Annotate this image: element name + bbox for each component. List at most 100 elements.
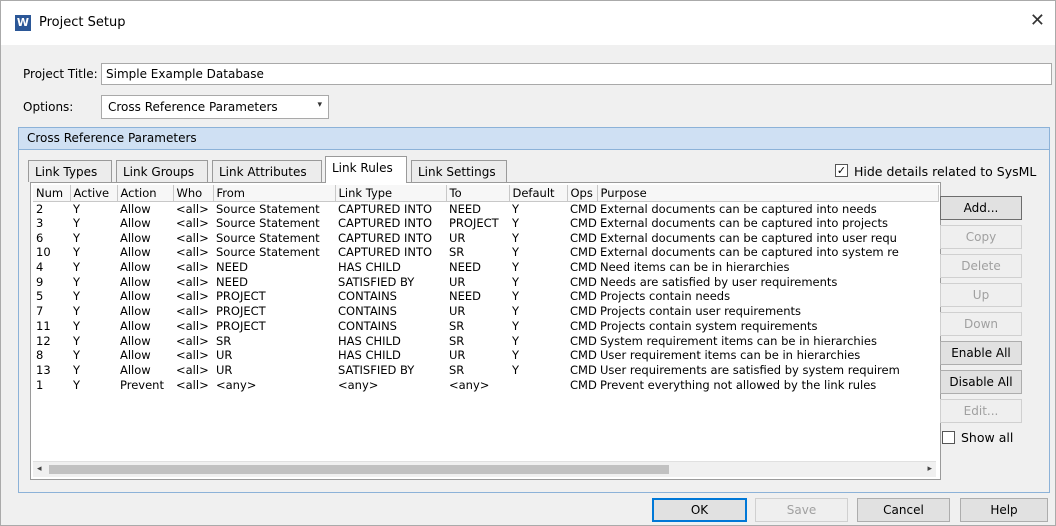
tab-link-types[interactable]: Link Types [28, 160, 112, 182]
horizontal-scrollbar[interactable]: ◂ ▸ [33, 461, 936, 477]
table-cell: CONTAINS [338, 318, 397, 333]
table-row[interactable]: 2 Y Allow <all> Source Statement CAPTURED INT… [33, 201, 938, 216]
table-cell: Y [73, 348, 81, 363]
table-cell: Y [73, 274, 81, 289]
table-row[interactable]: 5 Y Allow <all> PROJECT CONTAINS NEED Y CMD Proje… [33, 289, 938, 304]
enable-all-button[interactable]: Enable All [940, 341, 1022, 365]
up-button[interactable]: Up [940, 283, 1022, 307]
title-bar: W Project Setup ✕ [1, 1, 1055, 45]
column-header[interactable]: Num [33, 185, 71, 202]
column-header[interactable]: From [213, 185, 336, 202]
cancel-button[interactable]: Cancel [857, 498, 950, 522]
table-row[interactable]: 4 Y Allow <all> NEED HAS CHILD NEED Y CMD Need it… [33, 260, 938, 275]
copy-button[interactable]: Copy [940, 225, 1022, 249]
column-header[interactable]: Default [509, 185, 568, 202]
tab-link-groups[interactable]: Link Groups [116, 160, 208, 182]
table-cell: Y [512, 362, 520, 377]
options-dropdown[interactable]: Cross Reference Parameters ▾ [101, 95, 329, 119]
table-cell: CAPTURED INTO [338, 216, 433, 231]
table-cell: SATISFIED BY [338, 274, 415, 289]
table-cell: CAPTURED INTO [338, 245, 433, 260]
column-header[interactable]: Link Type [335, 185, 447, 202]
link-rules-table: Num Active Action Who From Link Type To Default… [33, 185, 939, 392]
scroll-left-icon[interactable]: ◂ [37, 464, 42, 474]
table-cell: Y [73, 230, 81, 245]
table-cell: Y [512, 304, 520, 319]
table-cell: CONTAINS [338, 304, 397, 319]
table-cell: Allow [120, 289, 151, 304]
scroll-right-icon[interactable]: ▸ [927, 464, 932, 474]
down-button[interactable]: Down [940, 312, 1022, 336]
column-header[interactable]: Active [70, 185, 118, 202]
table-cell: <all> [176, 245, 209, 260]
table-cell: CMD [570, 216, 597, 231]
tab-link-attributes[interactable]: Link Attributes [212, 160, 322, 182]
disable-all-button[interactable]: Disable All [940, 370, 1022, 394]
table-row[interactable]: 6 Y Allow <all> Source Statement CAPTURED INT… [33, 230, 938, 245]
table-cell: Source Statement [216, 201, 320, 216]
tab-link-settings[interactable]: Link Settings [411, 160, 507, 182]
link-rules-panel: Num Active Action Who From Link Type To Default… [30, 182, 941, 480]
table-row[interactable]: 12 Y Allow <all> SR HAS CHILD SR Y CMD System req… [33, 333, 938, 348]
table-cell: Y [512, 230, 520, 245]
table-cell: PROJECT [216, 289, 266, 304]
table-row[interactable]: 3 Y Allow <all> Source Statement CAPTURED INT… [33, 216, 938, 231]
column-header[interactable]: Ops [567, 185, 598, 202]
table-cell: Y [512, 333, 520, 348]
table-cell: Y [512, 289, 520, 304]
table-row[interactable]: 1 Y Prevent <all> <any> <any> <any> CMD Prevent … [33, 377, 938, 392]
table-cell: Needs are satisfied by user requirements [600, 274, 838, 289]
table-row[interactable]: 13 Y Allow <all> UR SATISFIED BY SR Y CMD User re… [33, 363, 938, 378]
table-cell: SATISFIED BY [338, 362, 415, 377]
table-cell: Y [73, 216, 81, 231]
table-cell: <any> [216, 377, 257, 392]
table-cell: Allow [120, 201, 151, 216]
options-selected-value: Cross Reference Parameters [108, 100, 278, 114]
table-row[interactable]: 8 Y Allow <all> UR HAS CHILD UR Y CMD User requir… [33, 348, 938, 363]
scrollbar-thumb[interactable] [49, 465, 669, 474]
column-header[interactable]: Who [173, 185, 214, 202]
table-cell: External documents can be captured into … [600, 201, 877, 216]
project-title-label: Project Title: [23, 67, 98, 81]
hide-sysml-checkbox[interactable]: ✓ [835, 164, 848, 177]
table-cell: Y [512, 245, 520, 260]
show-all-checkbox[interactable] [942, 431, 955, 444]
table-cell: HAS CHILD [338, 348, 401, 363]
ok-button[interactable]: OK [652, 498, 747, 522]
table-cell: Allow [120, 245, 151, 260]
table-cell: NEED [216, 274, 248, 289]
table-cell: Source Statement [216, 230, 320, 245]
table-cell: External documents can be captured into … [600, 245, 899, 260]
table-cell: 2 [36, 201, 44, 216]
tab-link-rules[interactable]: Link Rules [325, 156, 407, 183]
window-title: Project Setup [39, 15, 126, 30]
table-row[interactable]: 7 Y Allow <all> PROJECT CONTAINS UR Y CMD Project… [33, 304, 938, 319]
chevron-down-icon: ▾ [317, 100, 322, 110]
project-title-input[interactable]: Simple Example Database [101, 63, 1052, 85]
table-cell: CMD [570, 304, 597, 319]
table-row[interactable]: 9 Y Allow <all> NEED SATISFIED BY UR Y CMD Needs … [33, 274, 938, 289]
add-button[interactable]: Add... [940, 196, 1022, 220]
table-cell: 12 [36, 333, 51, 348]
table-cell: Prevent everything not allowed by the li… [600, 377, 877, 392]
column-header[interactable]: Purpose [597, 185, 939, 202]
table-cell: SR [449, 333, 465, 348]
table-cell: <all> [176, 260, 209, 275]
close-icon[interactable]: ✕ [1030, 11, 1045, 31]
delete-button[interactable]: Delete [940, 254, 1022, 278]
edit-button[interactable]: Edit... [940, 399, 1022, 423]
table-cell: User requirements are satisfied by syste… [600, 362, 900, 377]
table-cell: Projects contain user requirements [600, 304, 802, 319]
table-cell: <any> [338, 377, 379, 392]
table-body: 2 Y Allow <all> Source Statement CAPTURED INT… [33, 201, 938, 392]
save-button[interactable]: Save [755, 498, 848, 522]
help-button[interactable]: Help [960, 498, 1048, 522]
table-cell: Allow [120, 348, 151, 363]
table-row[interactable]: 10 Y Allow <all> Source Statement CAPTURED IN… [33, 245, 938, 260]
column-header[interactable]: Action [117, 185, 174, 202]
table-row[interactable]: 11 Y Allow <all> PROJECT CONTAINS SR Y CMD Projec… [33, 319, 938, 334]
table-cell: <all> [176, 377, 209, 392]
table-cell: Y [512, 216, 520, 231]
table-cell: External documents can be captured into … [600, 230, 897, 245]
column-header[interactable]: To [446, 185, 510, 202]
